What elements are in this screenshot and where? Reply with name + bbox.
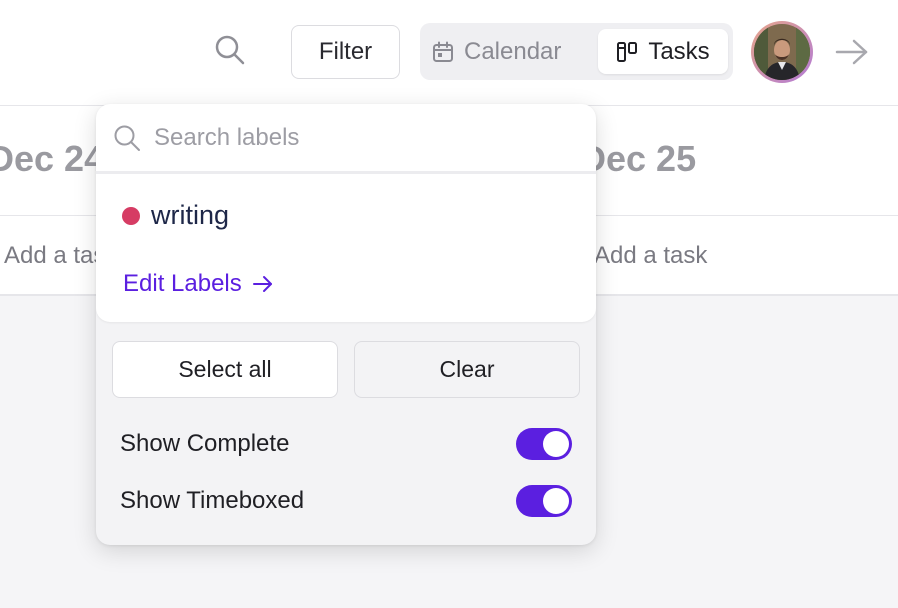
view-calendar-label: Calendar — [464, 37, 562, 65]
calendar-icon — [433, 41, 453, 62]
edit-labels-text: Edit Labels — [123, 270, 242, 297]
add-task-input-right[interactable]: Add a task — [594, 242, 707, 270]
label-search-row — [96, 104, 596, 174]
clear-button[interactable]: Clear — [354, 341, 580, 398]
arrow-right-icon — [252, 276, 272, 292]
view-toggle: Calendar Tasks — [420, 23, 733, 80]
label-item-writing[interactable]: writing — [122, 200, 229, 231]
show-timeboxed-toggle[interactable] — [516, 485, 572, 517]
avatar[interactable] — [751, 21, 813, 83]
label-color-dot — [122, 206, 140, 225]
selection-buttons: Select all Clear — [112, 341, 580, 398]
avatar-photo — [754, 24, 810, 80]
edit-labels-link[interactable]: Edit Labels — [123, 270, 274, 298]
toggle-knob — [543, 431, 569, 457]
search-icon — [114, 125, 140, 151]
toggle-knob — [543, 488, 569, 514]
search-button[interactable] — [208, 28, 252, 72]
app: Filter Calendar Tasks Dec 24 Dec 25 Add … — [0, 0, 898, 608]
show-complete-label: Show Complete — [120, 430, 290, 457]
view-calendar-tab[interactable]: Calendar — [432, 29, 592, 74]
date-heading-dec-25: Dec 25 — [580, 138, 697, 179]
select-all-button[interactable]: Select all — [112, 341, 338, 398]
label-name: writing — [151, 200, 230, 230]
date-heading-dec-24: Dec 24 — [0, 138, 105, 179]
search-icon — [215, 35, 245, 65]
view-tasks-label: Tasks — [648, 37, 710, 65]
show-complete-toggle[interactable] — [516, 428, 572, 460]
arrow-right-icon — [835, 39, 868, 65]
show-complete-row: Show Complete — [120, 427, 572, 461]
view-tasks-tab[interactable]: Tasks — [598, 29, 728, 74]
show-timeboxed-row: Show Timeboxed — [120, 484, 572, 518]
label-search-input[interactable] — [154, 123, 574, 152]
next-button[interactable] — [832, 32, 872, 72]
filter-popover: writing Edit Labels Select all Clear Sho… — [96, 104, 596, 545]
label-filter-panel: writing Edit Labels — [96, 104, 596, 322]
top-bar: Filter Calendar Tasks — [0, 0, 898, 106]
show-timeboxed-label: Show Timeboxed — [120, 487, 305, 514]
tasks-icon — [617, 41, 638, 62]
filter-button[interactable]: Filter — [291, 25, 400, 79]
